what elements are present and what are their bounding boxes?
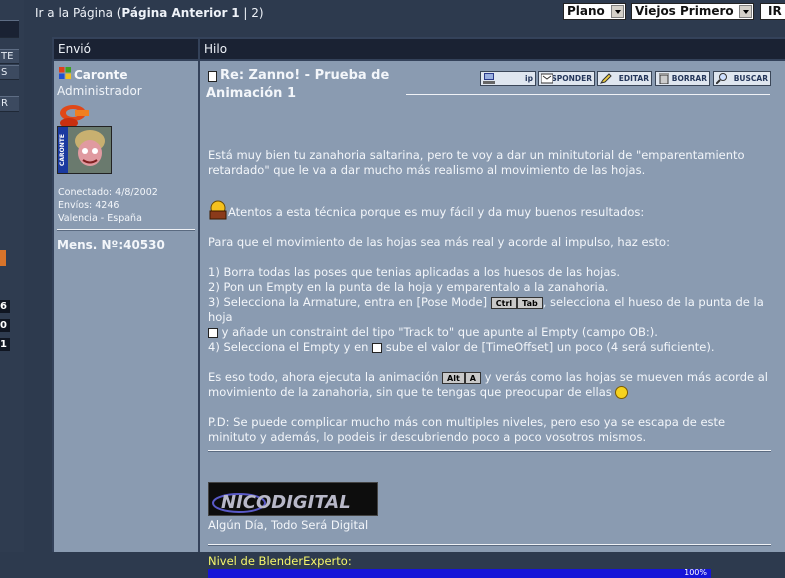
ip-button[interactable]: ip	[480, 71, 536, 86]
edit-label: EDITAR	[618, 74, 649, 83]
avatar: CARONTE	[57, 126, 112, 174]
post-body: Está muy bien tu zanahoria saltarina, pe…	[208, 148, 773, 445]
avatar-label: CARONTE	[58, 127, 68, 173]
tab-key-icon: Tab	[517, 296, 543, 309]
reply-icon	[541, 73, 553, 84]
logo-lettering: NICODIGITAL	[221, 492, 351, 513]
level-label: Nivel de BlenderExperto:	[208, 554, 352, 568]
author-posts: Envíos: 4246	[58, 200, 120, 211]
left-strip-link-3[interactable]: R	[0, 96, 19, 112]
column-header-sender: Envió	[54, 39, 198, 59]
post-step: 4) Selecciona el Empty y en sube el valo…	[208, 340, 773, 355]
sort-order-value: Viejos Primero	[635, 4, 734, 18]
post-paragraph: Está muy bien tu zanahoria saltarina, pe…	[208, 148, 745, 177]
left-strip-badge	[0, 250, 6, 266]
signature-divider	[208, 544, 771, 546]
sort-order-select[interactable]: Viejos Primero	[631, 3, 754, 20]
author-connected: Conectado: 4/8/2002	[58, 187, 158, 198]
pagination-prefix: Ir a la Página (	[35, 6, 122, 20]
column-header-thread: Hilo	[200, 39, 785, 59]
post-step: 1) Borra todas las poses que tenias apli…	[208, 265, 621, 279]
pagination-suffix: )	[258, 6, 264, 20]
post-title: Re: Zanno! - Prueba de Animación 1	[206, 68, 390, 101]
reading-smiley-icon	[209, 200, 227, 220]
post-step: y añade un constraint del tipo "Track to…	[208, 325, 773, 340]
delete-label: BORRAR	[671, 74, 707, 83]
post-paragraph: Es eso todo, ahora ejecuta la animación …	[208, 370, 773, 400]
post-step: 3) Selecciona la Armature, entra en [Pos…	[208, 295, 773, 325]
edit-mode-icon	[208, 327, 218, 338]
magnifier-icon	[716, 73, 727, 84]
chevron-down-icon[interactable]	[739, 5, 752, 18]
post-text: y añade un constraint del tipo "Track to…	[221, 325, 658, 339]
author-role: Administrador	[57, 84, 142, 98]
post-text: Atentos a esta técnica porque es muy fác…	[228, 205, 645, 219]
ip-label: ip	[525, 74, 533, 83]
level-progress-bar: 100%	[208, 568, 711, 578]
pencil-icon	[600, 73, 612, 84]
edit-button[interactable]: EDITAR	[597, 71, 652, 86]
divider	[57, 229, 195, 231]
view-mode-select[interactable]: Plano	[563, 3, 626, 20]
message-number: Mens. Nº:40530	[57, 238, 165, 252]
go-button[interactable]: IR	[760, 3, 785, 20]
signature-tagline: Algún Día, Todo Será Digital	[208, 518, 369, 532]
signature-divider	[208, 450, 771, 452]
author-name-link[interactable]: Caronte	[74, 68, 127, 82]
signature-logo: NICODIGITAL	[208, 482, 378, 516]
view-mode-value: Plano	[567, 4, 605, 18]
level-progress-fill	[208, 569, 711, 578]
thread-table: Envió Hilo Caronte Administrador CARONTE	[52, 37, 785, 578]
author-location: Valencia - España	[58, 213, 142, 224]
post-text: 3) Selecciona la Armature, entra en [Pos…	[208, 295, 488, 309]
left-sidebar-strip: TE S R 6 0 1	[0, 0, 24, 552]
left-strip-block	[0, 20, 19, 38]
a-key-icon: A	[464, 371, 481, 384]
reply-button[interactable]: RESPONDER	[538, 71, 595, 86]
author-panel: Caronte Administrador CARONTE Conectado:…	[54, 61, 198, 552]
left-strip-number-3: 1	[0, 338, 10, 351]
left-strip-number-1: 6	[0, 300, 10, 313]
post-paragraph: Para que el movimiento de las hojas sea …	[208, 235, 670, 249]
post-paragraph: P.D: Se puede complicar mucho más con mu…	[208, 415, 726, 444]
page-2-link[interactable]: 2	[251, 6, 259, 20]
search-button[interactable]: BUSCAR	[713, 71, 771, 86]
computer-icon	[483, 73, 495, 84]
nicodigital-logo-icon: NICODIGITAL	[209, 483, 377, 515]
current-page: 1	[231, 6, 240, 20]
left-strip-number-2: 0	[0, 319, 10, 332]
left-strip-link-1[interactable]: TE	[0, 49, 19, 64]
post-panel: Re: Zanno! - Prueba de Animación 1 ip RE…	[200, 61, 785, 578]
chevron-down-icon[interactable]	[611, 5, 624, 18]
object-panel-icon	[372, 342, 383, 353]
post-text: Es eso todo, ahora ejecuta la animación	[208, 370, 439, 384]
level-percent: 100%	[684, 568, 707, 577]
avatar-portrait-icon	[68, 127, 111, 173]
ctrl-key-icon: Ctrl	[490, 296, 518, 309]
previous-page-link[interactable]: Página Anterior	[121, 6, 227, 20]
pagination-nav: Ir a la Página (Página Anterior 1 | 2)	[35, 6, 264, 20]
smiley-icon	[615, 386, 629, 399]
post-step: 2) Pon un Empty en la punta de la hoja y…	[208, 280, 609, 294]
post-text: 4) Selecciona el Empty y en	[208, 340, 369, 354]
windows-status-icon	[59, 67, 71, 79]
post-paragraph: Atentos a esta técnica porque es muy fác…	[208, 200, 773, 220]
alt-key-icon: Alt	[442, 371, 465, 384]
left-strip-link-2[interactable]: S	[0, 65, 19, 80]
delete-button[interactable]: BORRAR	[655, 71, 710, 86]
search-label: BUSCAR	[733, 74, 768, 83]
trash-icon	[659, 73, 669, 84]
title-divider	[406, 94, 770, 95]
post-text: sube el valor de [TimeOffset] un poco (4…	[385, 340, 715, 354]
pagination-separator: |	[239, 6, 252, 20]
